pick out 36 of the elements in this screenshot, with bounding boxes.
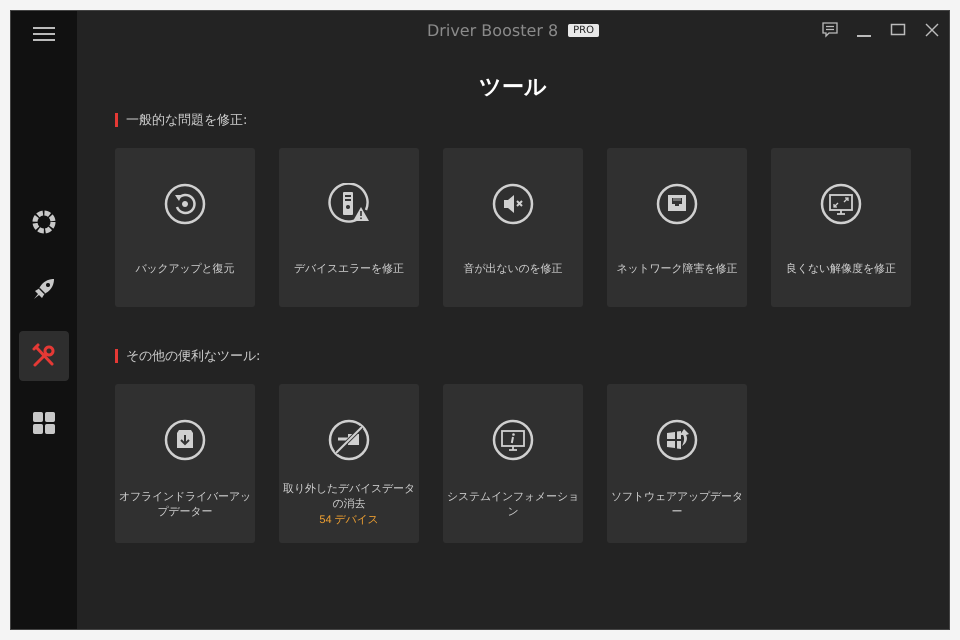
network-icon — [656, 183, 698, 226]
tool-card[interactable]: 良くない解像度を修正 — [771, 148, 911, 308]
sysinfo-icon — [492, 419, 534, 462]
minimize-icon — [857, 35, 871, 37]
close-icon — [924, 22, 940, 38]
page-title: ツール — [478, 75, 548, 102]
chat-bubble-icon — [821, 21, 839, 39]
tool-card[interactable]: ソフトウェアアップデーター — [607, 384, 747, 544]
menu-icon — [33, 26, 55, 42]
resolution-icon — [820, 183, 862, 226]
tool-card[interactable]: 取り外したデバイスデータの消去 54 デバイス — [279, 384, 419, 544]
pro-badge: PRO — [568, 24, 600, 36]
rocket-icon — [31, 276, 57, 302]
tool-card[interactable]: オフラインドライバーアップデーター — [115, 384, 255, 544]
device-error-icon — [328, 183, 370, 226]
device-count: 54 デバイス — [319, 513, 379, 528]
tool-card[interactable]: システムインフォメーション — [443, 384, 583, 544]
tools-icon — [31, 343, 57, 369]
sound-icon — [492, 183, 534, 226]
maximize-icon — [890, 22, 906, 38]
section-marker — [115, 113, 118, 128]
window-title: Driver Booster 8 — [426, 20, 558, 40]
section-title: その他の便利なツール: — [126, 348, 260, 366]
section-marker — [115, 349, 118, 364]
tool-card[interactable]: ネットワーク障害を修正 — [607, 148, 747, 308]
tool-card[interactable]: 音が出ないのを修正 — [443, 148, 583, 308]
tool-card[interactable]: デバイスエラーを修正 — [279, 148, 419, 308]
tool-card[interactable]: バックアップと復元 — [115, 148, 255, 308]
backup-icon — [164, 183, 206, 226]
sidebar-tools-button[interactable] — [19, 331, 69, 381]
offline-icon — [164, 419, 206, 462]
lifebuoy-icon — [31, 209, 57, 235]
removed-icon — [328, 419, 370, 462]
software-icon — [656, 419, 698, 462]
apps-grid-icon — [32, 411, 56, 435]
section-title: 一般的な問題を修正: — [126, 112, 248, 130]
